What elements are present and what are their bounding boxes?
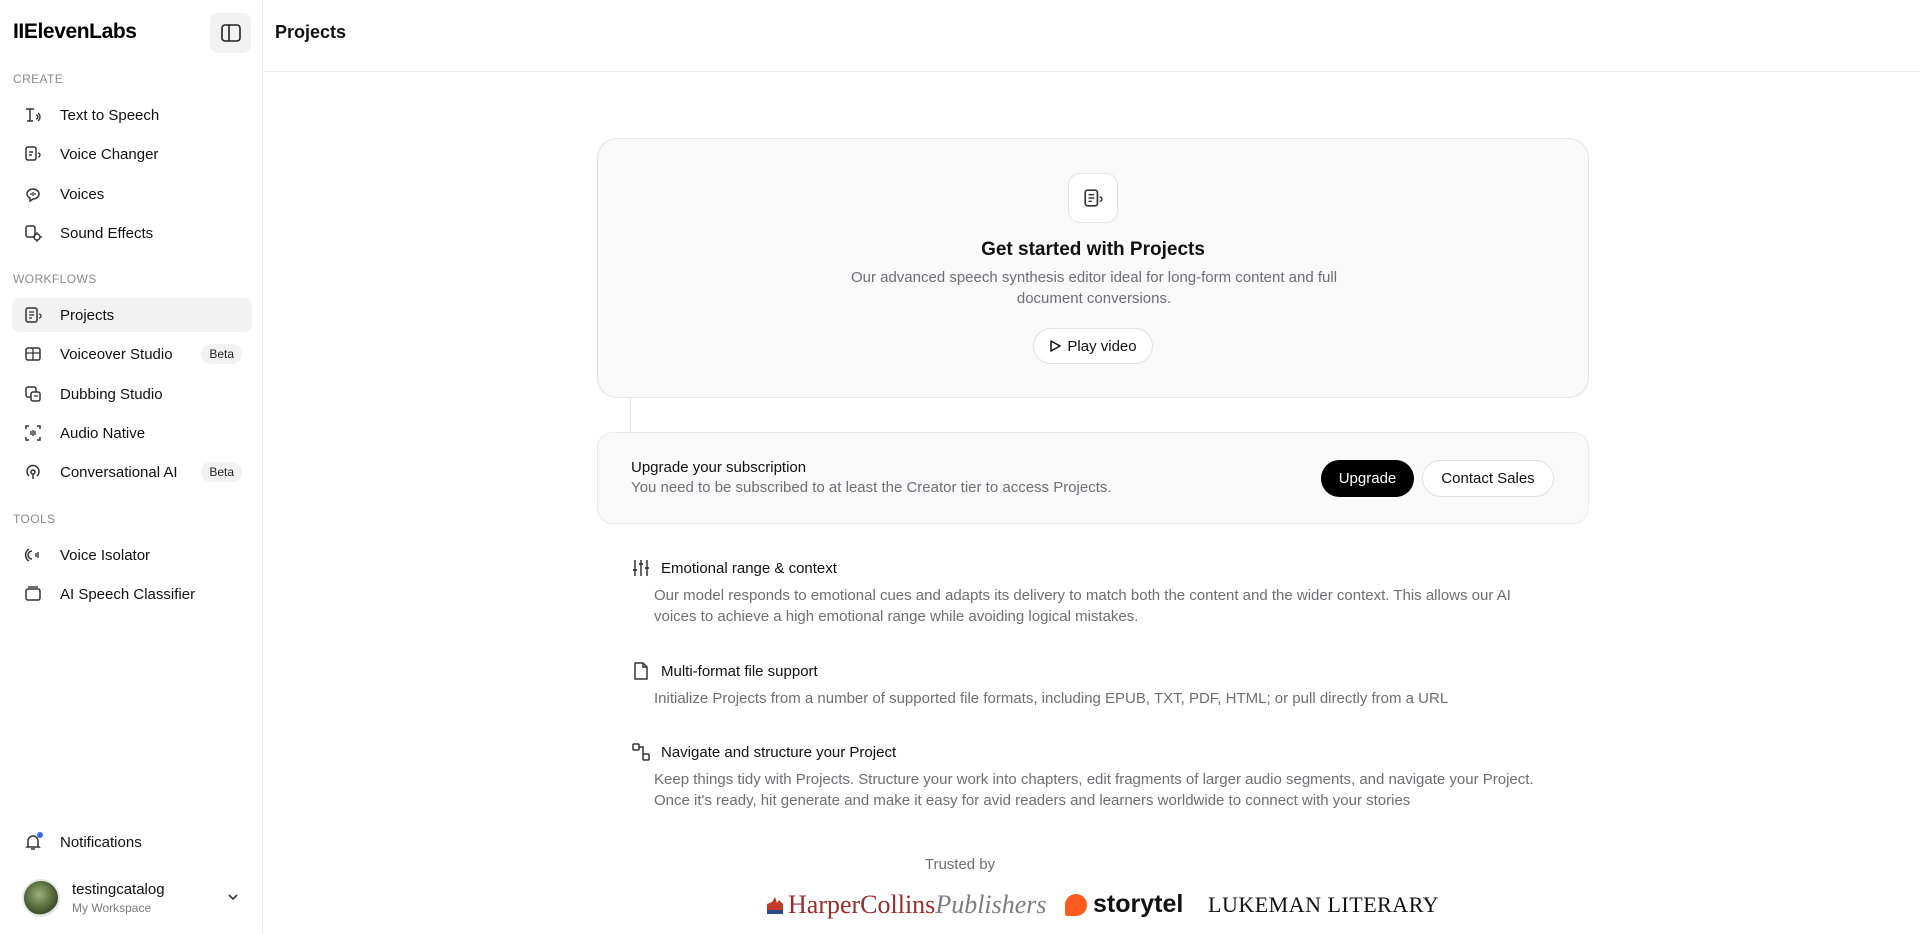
sidebar-item-label: Voice Isolator xyxy=(60,546,151,564)
user-info: testingcatalog My Workspace xyxy=(72,881,165,915)
partner-logos: HarperCollins Publishers storytel LUKEMAN… xyxy=(765,884,1439,924)
storytel-blob-icon xyxy=(1065,893,1087,916)
sidebar-item-ai-speech-classifier[interactable]: AI Speech Classifier xyxy=(12,577,252,611)
sidebar-item-conversational-ai[interactable]: Conversational AI Beta xyxy=(12,455,252,489)
avatar xyxy=(22,879,60,917)
feature-multi-format: Multi-format file support Initialize Pro… xyxy=(630,660,1570,709)
section-label-create: CREATE xyxy=(13,72,64,86)
chevron-down-icon[interactable] xyxy=(226,890,240,904)
play-icon xyxy=(1050,340,1062,352)
sidebar-item-dubbing-studio[interactable]: Dubbing Studio xyxy=(12,377,252,411)
notification-dot xyxy=(37,832,43,838)
sliders-icon xyxy=(630,557,652,579)
projects-icon xyxy=(1068,173,1118,223)
trusted-by-label: Trusted by xyxy=(924,856,996,873)
sidebar-item-label: Conversational AI xyxy=(60,463,178,481)
top-bar: Projects xyxy=(264,0,1920,72)
sidebar-item-voice-changer[interactable]: Voice Changer xyxy=(12,137,252,171)
feature-description: Our model responds to emotional cues and… xyxy=(654,587,1511,625)
dubbing-studio-icon xyxy=(24,385,42,403)
sidebar: IIElevenLabs CREATE Text to Speech Voice… xyxy=(0,0,263,934)
sidebar-item-label: Sound Effects xyxy=(60,224,154,242)
sidebar-item-projects[interactable]: Projects xyxy=(12,298,252,332)
feature-title: Emotional range & context xyxy=(661,559,837,577)
text-to-speech-icon xyxy=(24,106,42,124)
voiceover-studio-icon xyxy=(24,345,42,363)
play-video-label: Play video xyxy=(1067,337,1137,355)
workspace-name: My Workspace xyxy=(72,901,152,915)
voice-changer-icon xyxy=(24,145,42,163)
harpercollins-fire-icon xyxy=(767,897,783,914)
sidebar-item-label: AI Speech Classifier xyxy=(60,585,196,603)
upgrade-title: Upgrade your subscription xyxy=(631,459,807,476)
sidebar-item-label: Dubbing Studio xyxy=(60,385,163,403)
feature-navigate-structure: Navigate and structure your Project Keep… xyxy=(630,741,1570,811)
upgrade-description: You need to be subscribed to at least th… xyxy=(631,479,1112,496)
sidebar-item-label: Audio Native xyxy=(60,424,146,442)
feature-title: Multi-format file support xyxy=(661,662,818,680)
sidebar-item-label: Projects xyxy=(60,306,115,324)
hero-description: Our advanced speech synthesis editor ide… xyxy=(850,269,1338,307)
sidebar-item-sound-effects[interactable]: Sound Effects xyxy=(12,216,252,250)
user-menu[interactable]: testingcatalog My Workspace xyxy=(12,872,252,924)
bell-icon xyxy=(24,832,43,851)
sidebar-item-voices[interactable]: Voices xyxy=(12,177,252,211)
beta-badge: Beta xyxy=(201,462,242,482)
beta-badge: Beta xyxy=(201,344,242,364)
sidebar-toggle-icon xyxy=(220,24,241,42)
feature-title: Navigate and structure your Project xyxy=(661,743,897,761)
lukeman-literary-logo: LUKEMAN LITERARY xyxy=(1208,892,1440,917)
section-label-tools: TOOLS xyxy=(13,512,56,526)
feature-description: Keep things tidy with Projects. Structur… xyxy=(654,771,1534,809)
play-video-button[interactable]: Play video xyxy=(1033,328,1153,364)
structure-icon xyxy=(630,741,652,763)
sound-effects-icon xyxy=(24,224,42,242)
notifications-label: Notifications xyxy=(60,833,142,851)
sidebar-item-text-to-speech[interactable]: Text to Speech xyxy=(12,98,252,132)
sidebar-item-label: Text to Speech xyxy=(60,106,160,124)
audio-native-icon xyxy=(24,424,42,442)
hero-title: Get started with Projects xyxy=(981,239,1205,260)
voice-isolator-icon xyxy=(24,546,42,564)
feature-description: Initialize Projects from a number of sup… xyxy=(654,690,1449,707)
upgrade-banner: Upgrade your subscription You need to be… xyxy=(597,432,1589,524)
sidebar-item-label: Voiceover Studio xyxy=(60,345,173,363)
section-label-workflows: WORKFLOWS xyxy=(13,272,97,286)
storytel-logo: storytel xyxy=(1065,890,1183,919)
page-title: Projects xyxy=(275,22,347,42)
sidebar-item-voiceover-studio[interactable]: Voiceover Studio Beta xyxy=(12,337,252,371)
sidebar-item-label: Voice Changer xyxy=(60,145,159,163)
upgrade-button[interactable]: Upgrade xyxy=(1321,460,1414,497)
file-icon xyxy=(630,660,652,682)
projects-icon xyxy=(24,306,42,324)
contact-sales-button[interactable]: Contact Sales xyxy=(1422,460,1554,497)
conversational-ai-icon xyxy=(24,463,42,481)
sidebar-item-label: Voices xyxy=(60,185,105,203)
collapse-sidebar-button[interactable] xyxy=(210,13,251,53)
harpercollins-logo: HarperCollins Publishers xyxy=(765,890,1047,920)
voices-icon xyxy=(24,185,42,203)
user-name: testingcatalog xyxy=(72,881,165,898)
notifications-button[interactable]: Notifications xyxy=(12,825,252,859)
projects-intro-card: Get started with Projects Our advanced s… xyxy=(597,138,1589,398)
connector-line xyxy=(630,398,631,432)
sidebar-item-voice-isolator[interactable]: Voice Isolator xyxy=(12,538,252,572)
ai-speech-classifier-icon xyxy=(24,585,42,603)
feature-emotional-range: Emotional range & context Our model resp… xyxy=(630,557,1570,627)
brand-logo[interactable]: IIElevenLabs xyxy=(13,20,137,44)
sidebar-item-audio-native[interactable]: Audio Native xyxy=(12,416,252,450)
